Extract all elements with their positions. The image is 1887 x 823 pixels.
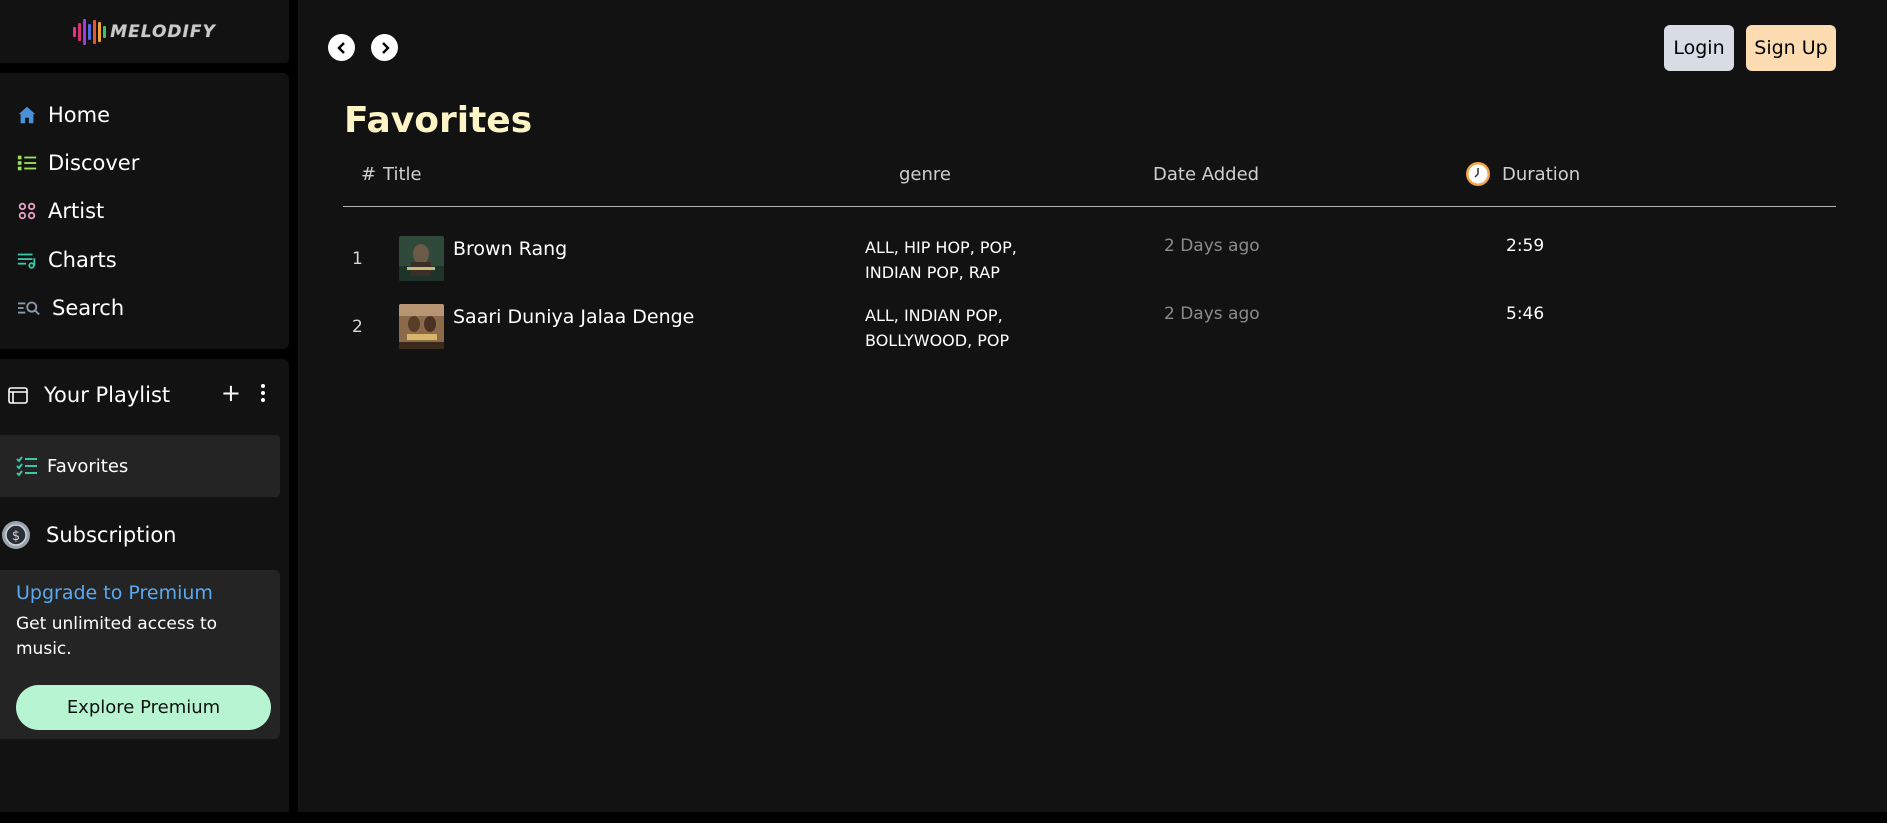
home-icon xyxy=(18,106,36,124)
logo-area: MELODIFY xyxy=(0,0,289,63)
genre-line: ALL, INDIAN POP, xyxy=(865,306,1003,325)
app-logo[interactable]: MELODIFY xyxy=(73,17,216,47)
grid-icon xyxy=(18,202,36,220)
checklist-icon xyxy=(16,456,37,477)
song-genre: ALL, HIP HOP, POP, INDIAN POP, RAP xyxy=(865,235,1045,285)
song-title[interactable]: Brown Rang xyxy=(453,238,567,260)
premium-card: Upgrade to Premium Get unlimited access … xyxy=(0,570,280,739)
chevron-left-icon xyxy=(336,41,345,54)
main-content: Login Sign Up Favorites # Title genre Da… xyxy=(298,0,1887,812)
column-header-number: # xyxy=(361,164,377,185)
more-options-icon[interactable] xyxy=(257,382,269,404)
album-cover-image xyxy=(399,236,444,281)
album-art xyxy=(399,236,444,286)
song-duration: 2:59 xyxy=(1506,236,1545,256)
forward-button[interactable] xyxy=(371,34,398,61)
nav-item-artist[interactable]: Artist xyxy=(16,199,104,223)
subscription-link[interactable]: $ Subscription xyxy=(0,519,176,551)
signup-button[interactable]: Sign Up xyxy=(1746,25,1836,71)
nav-item-label: Discover xyxy=(48,151,140,175)
clock-icon xyxy=(1466,162,1490,186)
table-row[interactable]: 2 Saari Duniya Jalaa Denge ALL, INDIAN P… xyxy=(343,302,1836,362)
list-icon xyxy=(17,155,37,171)
nav-item-label: Artist xyxy=(48,199,105,223)
date-added: 2 Days ago xyxy=(1164,236,1260,256)
library-title: Your Playlist xyxy=(44,383,171,407)
song-duration: 5:46 xyxy=(1506,304,1545,324)
library-icon xyxy=(8,387,28,404)
album-art xyxy=(399,304,444,354)
column-header-genre: genre xyxy=(899,164,951,185)
premium-title[interactable]: Upgrade to Premium xyxy=(16,582,264,604)
nav-item-label: Charts xyxy=(48,248,117,272)
genre-line: ALL, HIP HOP, POP, xyxy=(865,238,1017,257)
library-header: Your Playlist + xyxy=(6,377,281,413)
table-row[interactable]: 1 Brown Rang ALL, HIP HOP, POP, INDIAN P… xyxy=(343,234,1836,294)
page-title: Favorites xyxy=(344,100,533,141)
chevron-right-icon xyxy=(381,41,390,54)
row-number: 2 xyxy=(352,317,363,337)
nav-item-discover[interactable]: Discover xyxy=(16,151,139,175)
nav-item-label: Search xyxy=(52,296,125,320)
add-playlist-icon[interactable]: + xyxy=(221,381,241,405)
chart-list-icon xyxy=(17,253,36,269)
genre-line: INDIAN POP, RAP xyxy=(865,263,1000,282)
favorites-label: Favorites xyxy=(47,455,129,477)
column-header-duration: Duration xyxy=(1502,164,1581,185)
svg-text:$: $ xyxy=(12,529,20,544)
explore-premium-button[interactable]: Explore Premium xyxy=(16,685,271,730)
date-added: 2 Days ago xyxy=(1164,304,1260,324)
dollar-coin-icon: $ xyxy=(2,521,30,549)
album-cover-image xyxy=(399,304,444,349)
library-panel: Your Playlist + Favorites $ Subscription… xyxy=(0,359,289,812)
premium-description: Get unlimited access to music. xyxy=(16,614,218,659)
back-button[interactable] xyxy=(328,34,355,61)
playlist-item-favorites[interactable]: Favorites xyxy=(0,435,280,497)
logo-text: MELODIFY xyxy=(110,21,216,42)
library-actions: + xyxy=(221,381,269,405)
song-title[interactable]: Saari Duniya Jalaa Denge xyxy=(453,306,694,328)
table-header: # Title genre Date Added Duration xyxy=(343,160,1836,207)
sidebar: MELODIFY Home Discover Artist Charts Sea… xyxy=(0,0,289,812)
column-header-date: Date Added xyxy=(1153,164,1260,185)
nav-item-search[interactable]: Search xyxy=(16,296,124,320)
column-header-duration-icon-wrap xyxy=(1465,161,1491,187)
main-nav: Home Discover Artist Charts Search xyxy=(0,73,289,349)
column-header-title: Title xyxy=(383,164,422,185)
search-list-icon xyxy=(18,301,40,316)
subscription-label: Subscription xyxy=(46,523,177,547)
nav-item-label: Home xyxy=(48,103,111,127)
nav-item-home[interactable]: Home xyxy=(16,103,110,127)
genre-line: BOLLYWOOD, POP xyxy=(865,331,1010,350)
login-button[interactable]: Login xyxy=(1664,25,1734,71)
song-genre: ALL, INDIAN POP, BOLLYWOOD, POP xyxy=(865,303,1045,353)
nav-item-charts[interactable]: Charts xyxy=(16,248,117,272)
equalizer-icon xyxy=(73,17,107,47)
row-number: 1 xyxy=(352,249,363,269)
